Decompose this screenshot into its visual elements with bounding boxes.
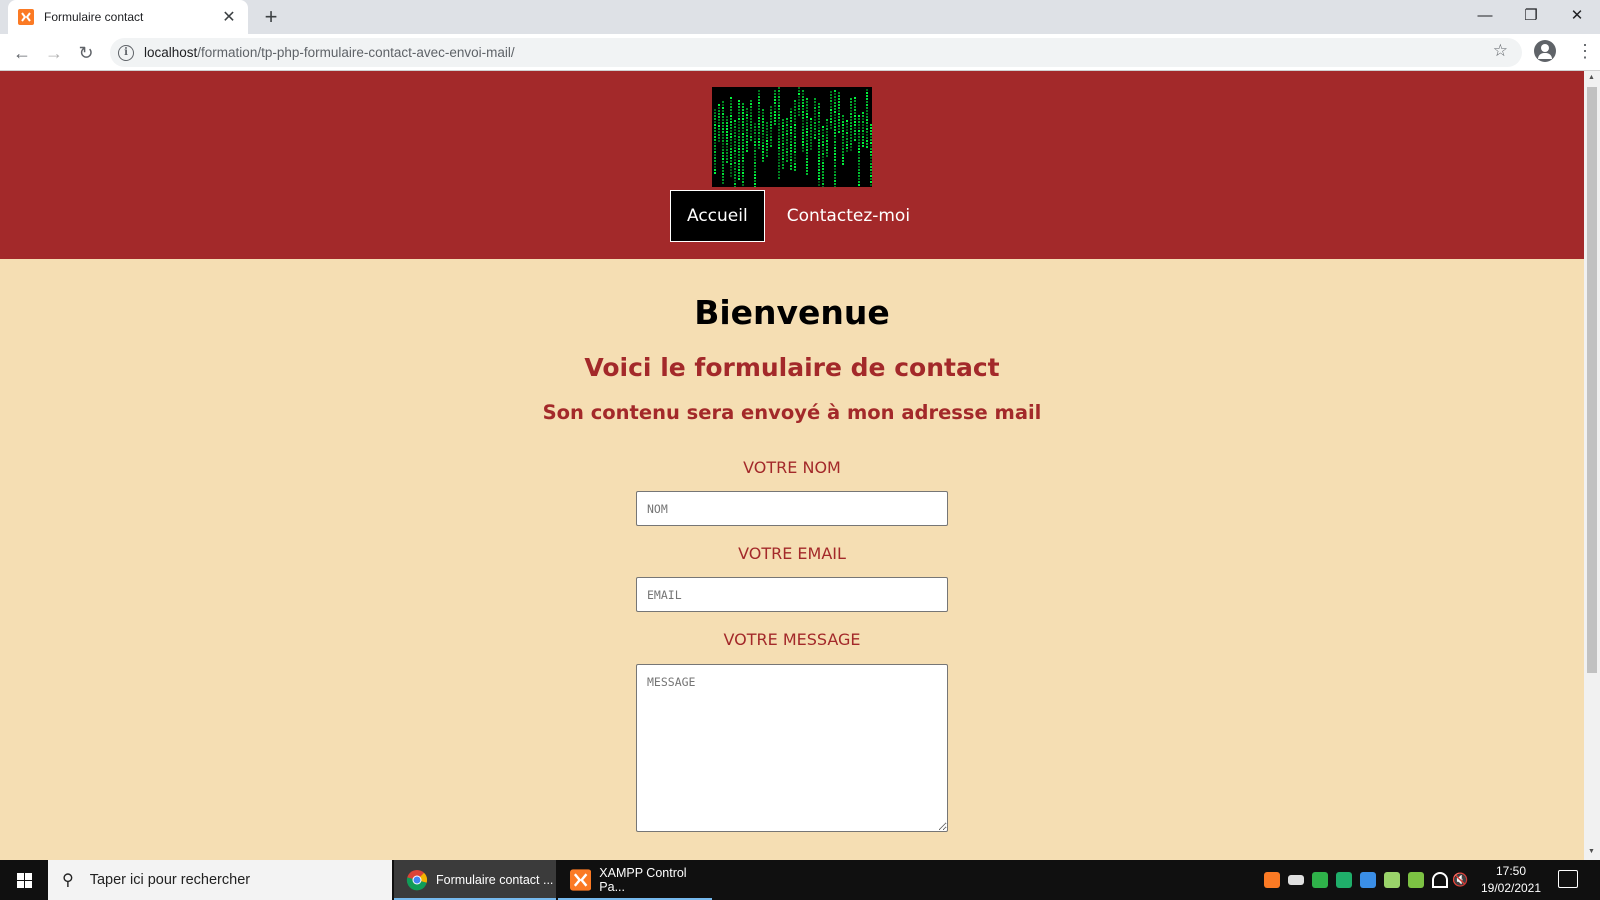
- clock-time: 17:50: [1495, 864, 1527, 878]
- name-label: VOTRE NOM: [743, 458, 841, 477]
- taskbar-search-box[interactable]: ⚲ Taper ici pour rechercher: [48, 860, 392, 900]
- url-text[interactable]: localhost/formation/tp-php-formulaire-co…: [144, 45, 515, 60]
- browser-toolbar: ← → ↻ i localhost/formation/tp-php-formu…: [0, 34, 1600, 71]
- tab-close-icon[interactable]: ✕: [220, 7, 238, 27]
- taskbar: ⚲ Taper ici pour rechercher Formulaire c…: [0, 860, 1600, 900]
- page-scrollbar[interactable]: ▲ ▼: [1584, 71, 1600, 860]
- taskbar-clock[interactable]: 17:50 19/02/2021: [1474, 863, 1548, 897]
- tray-wifi-icon[interactable]: [1432, 872, 1448, 888]
- restore-icon[interactable]: ❐: [1508, 0, 1554, 30]
- clock-date: 19/02/2021: [1480, 881, 1542, 895]
- page-title: Bienvenue: [694, 293, 890, 332]
- profile-icon[interactable]: [1534, 40, 1556, 62]
- browser-menu-icon[interactable]: ⋮: [1576, 41, 1594, 62]
- tray-xampp-icon[interactable]: [1264, 872, 1280, 888]
- search-icon: ⚲: [62, 872, 74, 889]
- taskbar-search-placeholder: Taper ici pour rechercher: [89, 872, 251, 888]
- close-window-icon[interactable]: ✕: [1554, 0, 1600, 30]
- url-path: /formation/tp-php-formulaire-contact-ave…: [197, 45, 515, 60]
- email-input[interactable]: [636, 577, 948, 612]
- taskbar-item-xampp[interactable]: XAMPP Control Pa...: [558, 860, 712, 900]
- url-host: localhost: [144, 45, 198, 60]
- page-viewport: Accueil Contactez-moi Bienvenue Voici le…: [0, 71, 1584, 860]
- tray-sync-icon[interactable]: [1384, 872, 1400, 888]
- tray-app-icon[interactable]: [1336, 872, 1352, 888]
- tray-shield-icon[interactable]: [1312, 872, 1328, 888]
- minimize-icon[interactable]: —: [1462, 0, 1508, 30]
- nav-link-contact[interactable]: Contactez-moi: [771, 190, 926, 242]
- tray-photos-icon[interactable]: [1408, 872, 1424, 888]
- taskbar-item-xampp-label: XAMPP Control Pa...: [599, 866, 687, 894]
- forward-icon[interactable]: →: [40, 39, 68, 67]
- address-bar[interactable]: i localhost/formation/tp-php-formulaire-…: [110, 38, 1522, 67]
- page-subtitle: Voici le formulaire de contact: [584, 353, 1000, 382]
- tray-volume-mute-icon[interactable]: 🔇: [1452, 872, 1468, 888]
- new-tab-icon[interactable]: +: [258, 4, 284, 30]
- tab-title: Formulaire contact: [44, 10, 144, 24]
- tray-battery-icon[interactable]: [1288, 875, 1304, 885]
- back-icon[interactable]: ←: [8, 39, 36, 67]
- email-label: VOTRE EMAIL: [738, 544, 846, 563]
- taskbar-item-chrome-label: Formulaire contact ...: [436, 873, 554, 887]
- site-info-icon[interactable]: i: [118, 44, 134, 61]
- site-logo: [712, 87, 872, 187]
- bookmark-star-icon[interactable]: ☆: [1493, 41, 1508, 61]
- site-header: Accueil Contactez-moi: [0, 71, 1584, 259]
- xampp-favicon-icon: [18, 9, 34, 25]
- taskbar-item-chrome[interactable]: Formulaire contact ...: [394, 860, 556, 900]
- scroll-down-icon[interactable]: ▼: [1588, 848, 1595, 855]
- scroll-up-icon[interactable]: ▲: [1588, 74, 1595, 81]
- browser-tab[interactable]: Formulaire contact ✕: [8, 0, 248, 34]
- message-textarea[interactable]: [636, 664, 948, 832]
- browser-tab-strip: Formulaire contact ✕ + — ❐ ✕: [0, 0, 1600, 34]
- start-button[interactable]: [0, 860, 48, 900]
- name-input[interactable]: [636, 491, 948, 526]
- notification-center-icon[interactable]: [1558, 870, 1578, 888]
- nav-link-accueil[interactable]: Accueil: [670, 190, 765, 242]
- reload-icon[interactable]: ↻: [72, 39, 100, 67]
- xampp-icon: [570, 869, 592, 891]
- message-label: VOTRE MESSAGE: [723, 630, 861, 649]
- windows-logo-icon: [16, 872, 32, 888]
- matrix-logo-image: [714, 87, 872, 187]
- site-nav: Accueil Contactez-moi: [670, 190, 926, 242]
- chrome-icon: [406, 870, 427, 891]
- page-subtitle-secondary: Son contenu sera envoyé à mon adresse ma…: [542, 401, 1042, 424]
- tray-network-drive-icon[interactable]: [1360, 872, 1376, 888]
- scrollbar-thumb[interactable]: [1587, 87, 1597, 673]
